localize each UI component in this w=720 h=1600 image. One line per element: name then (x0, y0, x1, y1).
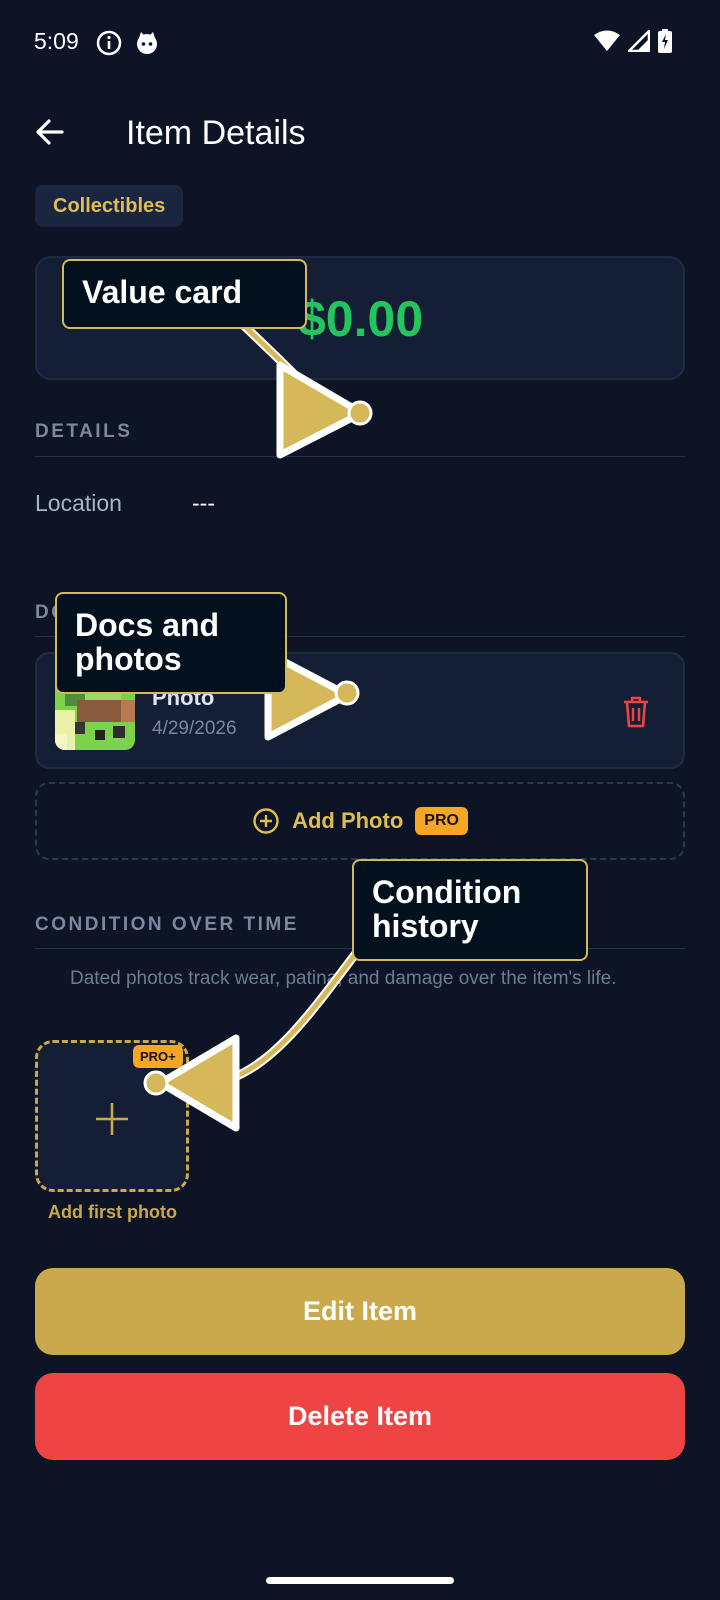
tutorial-callout-docs-photos: Docs and photos (55, 592, 287, 694)
delete-document-button[interactable] (620, 694, 652, 730)
pro-plus-badge: PRO+ (133, 1045, 183, 1068)
value-amount: $0.00 (298, 291, 424, 347)
cat-icon (134, 30, 160, 61)
status-icons-right (594, 27, 672, 58)
details-section-header: DETAILS (35, 421, 133, 442)
condition-description: Dated photos track wear, patina, and dam… (70, 968, 617, 989)
battery-charging-icon (658, 29, 672, 58)
plus-icon (94, 1090, 130, 1150)
details-divider (35, 456, 685, 457)
edit-item-button[interactable]: Edit Item (35, 1268, 685, 1355)
tutorial-callout-condition: Condition history (352, 859, 588, 961)
location-label: Location (35, 490, 122, 516)
callout-docs-line2: photos (75, 641, 182, 677)
trash-icon (624, 696, 648, 728)
tutorial-callout-value-card: Value card (62, 259, 307, 329)
signal-icon (625, 27, 651, 57)
category-chip[interactable]: Collectibles (35, 185, 184, 227)
add-photo-button[interactable]: Add Photo PRO (35, 782, 685, 860)
callout-condition-line2: history (372, 908, 479, 944)
callout-docs-line1: Docs and (75, 607, 220, 643)
wifi-icon (594, 30, 620, 57)
add-circle-icon (253, 808, 279, 834)
location-value: --- (192, 490, 215, 516)
condition-section-header: CONDITION OVER TIME (35, 914, 299, 935)
back-button[interactable] (28, 110, 72, 154)
home-indicator[interactable] (266, 1577, 454, 1584)
info-icon (96, 30, 122, 61)
delete-item-button[interactable]: Delete Item (35, 1373, 685, 1460)
add-first-photo-caption: Add first photo (48, 1202, 177, 1222)
page-title: Item Details (126, 114, 306, 152)
status-time: 5:09 (34, 28, 79, 54)
document-date: 4/29/2026 (152, 718, 237, 739)
status-icons-left (96, 30, 160, 61)
arrow-left-icon (36, 119, 64, 145)
callout-value-card-text: Value card (82, 274, 243, 310)
pro-badge: PRO (415, 807, 468, 835)
add-photo-label: Add Photo (292, 808, 404, 833)
callout-condition-line1: Condition (372, 874, 522, 910)
